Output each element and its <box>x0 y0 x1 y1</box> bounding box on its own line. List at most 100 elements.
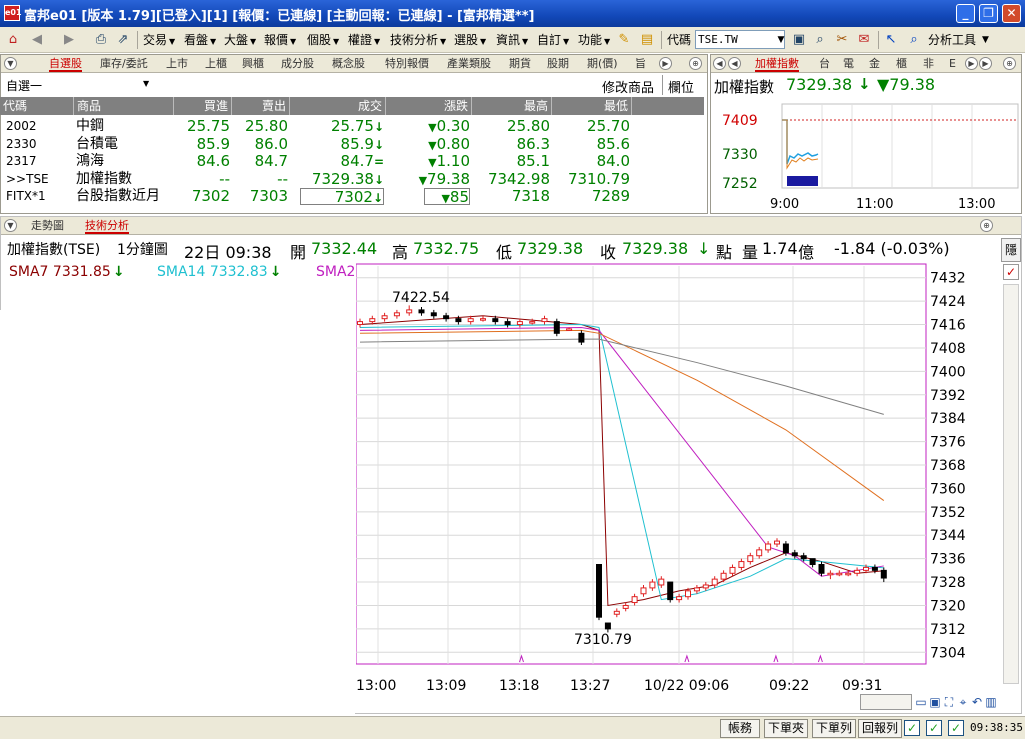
search-icon[interactable]: ⌕ <box>811 31 829 49</box>
close-button[interactable]: ✕ <box>1002 4 1021 23</box>
report-list-button[interactable]: 回報列 <box>858 719 902 738</box>
sma-label: SMA7 <box>9 264 49 280</box>
mini-scroll-right-icon[interactable]: ▶ <box>965 57 978 70</box>
menu-8[interactable]: 資訊 ▼ <box>496 31 528 49</box>
modify-button[interactable]: 修改商品 <box>602 77 654 96</box>
chart-tab-0[interactable]: 走勢圖 <box>31 218 64 234</box>
horizontal-scrollbar[interactable] <box>860 694 912 710</box>
menu-7[interactable]: 選股 ▼ <box>454 31 486 49</box>
mini-scroll-left-icon[interactable]: ◀ <box>713 57 726 70</box>
watchlist-row[interactable]: 2317 鴻海 84.6 84.7 84.7= ▼1.10 85.1 84.0 <box>0 153 704 170</box>
popout-icon[interactable]: ⇗ <box>114 31 132 49</box>
bar-type-icon[interactable]: ▥ <box>984 694 998 710</box>
y-tick-label: 7328 <box>930 575 966 591</box>
menu-3[interactable]: 報價 ▼ <box>264 31 296 49</box>
mini-scroll-right2-icon[interactable]: ▶ <box>979 57 992 70</box>
menu-5[interactable]: 權證 ▼ <box>348 31 380 49</box>
crosshair-icon[interactable]: ⌖ <box>956 694 970 710</box>
column-header[interactable]: 商品 <box>74 97 174 115</box>
menu-10[interactable]: 功能 ▼ <box>578 31 610 49</box>
mini-tab-0[interactable]: 加權指數 <box>755 56 799 72</box>
menu-9[interactable]: 自訂 ▼ <box>537 31 569 49</box>
column-header[interactable]: 買進 <box>174 97 232 115</box>
watchlist-tab-6[interactable]: 概念股 <box>332 56 365 72</box>
chart-tab-menu-icon[interactable]: ▼ <box>4 219 17 232</box>
group-selector[interactable]: 自選一 <box>6 77 42 94</box>
vertical-scrollbar[interactable] <box>1003 284 1019 684</box>
status-check-2[interactable]: ✓ <box>926 720 942 736</box>
watchlist-tab-4[interactable]: 興櫃 <box>242 56 264 72</box>
mini-tab-3[interactable]: 金 <box>869 56 880 72</box>
side-panel-tab[interactable]: 隱 <box>1001 238 1021 262</box>
column-header[interactable]: 代碼 <box>0 97 74 115</box>
chart-zoom-icon[interactable]: ⊕ <box>980 219 993 232</box>
watchlist-tab-3[interactable]: 上櫃 <box>205 56 227 72</box>
menu-label: 個股 <box>307 33 332 47</box>
account-button[interactable]: 帳務 <box>720 719 760 738</box>
alert-icon[interactable]: ✉ <box>855 31 873 49</box>
status-check-1[interactable]: ✓ <box>904 720 920 736</box>
order-list-button[interactable]: 下單列 <box>812 719 856 738</box>
quote-icon[interactable]: ▣ <box>790 31 808 49</box>
restore-button[interactable]: ❐ <box>979 4 998 23</box>
analysis-dropdown-icon[interactable]: ▼ <box>982 31 989 49</box>
menu-4[interactable]: 個股 ▼ <box>307 31 339 49</box>
watchlist-tab-11[interactable]: 期(價) <box>587 56 618 72</box>
column-header[interactable]: 最高 <box>472 97 552 115</box>
watchlist-row[interactable]: FITX*1 台股指數近月 7302 7303 7302↓ ▼85 7318 7289 <box>0 188 704 206</box>
menu-2[interactable]: 大盤 ▼ <box>224 31 256 49</box>
watchlist-tab-2[interactable]: 上市 <box>166 56 188 72</box>
minimize-button[interactable]: _ <box>956 4 975 23</box>
group-dropdown-icon[interactable]: ▼ <box>143 79 149 88</box>
header-period: 1分鐘圖 <box>117 242 168 258</box>
tab-scroll-left-icon[interactable]: ▼ <box>4 57 17 70</box>
mini-tab-4[interactable]: 櫃 <box>896 56 907 72</box>
watchlist-tab-12[interactable]: 旨 <box>635 56 646 72</box>
fit-icon[interactable]: ⛶ <box>942 694 956 710</box>
watchlist-tab-5[interactable]: 成分股 <box>281 56 314 72</box>
watchlist-row[interactable]: 2002 中鋼 25.75 25.80 25.75↓ ▼0.30 25.80 25.70 <box>0 118 704 135</box>
field-button[interactable]: 欄位 <box>668 77 694 96</box>
column-header[interactable]: 賣出 <box>232 97 290 115</box>
mini-tab-6[interactable]: E <box>949 56 956 72</box>
pointer-icon[interactable]: ↖ <box>882 31 900 49</box>
pen-icon[interactable]: ✎ <box>615 31 633 49</box>
watchlist-tab-10[interactable]: 股期 <box>547 56 569 72</box>
undo-icon[interactable]: ↶ <box>970 694 984 710</box>
mini-tab-1[interactable]: 台 <box>819 56 830 72</box>
back-icon[interactable]: ◀ <box>28 31 46 49</box>
notepad-icon[interactable]: ▤ <box>638 31 656 49</box>
watchlist-tab-7[interactable]: 特別報價 <box>385 56 429 72</box>
menu-6[interactable]: 技術分析 ▼ <box>390 31 446 49</box>
side-check-icon[interactable]: ✓ <box>1003 264 1019 280</box>
print-icon[interactable]: ⎙ <box>92 31 110 49</box>
menu-1[interactable]: 看盤 ▼ <box>184 31 216 49</box>
zoom-box-icon[interactable]: ▣ <box>928 694 942 710</box>
mini-scroll-left2-icon[interactable]: ◀ <box>728 57 741 70</box>
analysis-icon[interactable]: ⌕ <box>905 31 923 49</box>
watchlist-tab-1[interactable]: 庫存/委託 <box>100 56 148 72</box>
mini-add-icon[interactable]: ⊕ <box>1003 57 1016 70</box>
menu-0[interactable]: 交易 ▼ <box>143 31 175 49</box>
zoom-out-icon[interactable]: ▭ <box>914 694 928 710</box>
analysis-tools-menu[interactable]: 分析工具 <box>928 31 976 49</box>
watchlist-row[interactable]: >>TSE 加權指數 -- -- 7329.38↓ ▼79.38 7342.98 7310.7… <box>0 170 704 188</box>
code-dropdown-icon[interactable]: ▼ <box>772 31 790 49</box>
status-check-3[interactable]: ✓ <box>948 720 964 736</box>
watchlist-tab-0[interactable]: 自選股 <box>49 56 82 72</box>
home-icon[interactable]: ⌂ <box>4 31 22 49</box>
column-header[interactable]: 成交 <box>290 97 386 115</box>
order-folder-button[interactable]: 下單夾 <box>764 719 808 738</box>
column-header[interactable]: 最低 <box>552 97 632 115</box>
watchlist-row[interactable]: 2330 台積電 85.9 86.0 85.9↓ ▼0.80 86.3 85.6 <box>0 135 704 153</box>
forward-icon[interactable]: ▶ <box>60 31 78 49</box>
column-header[interactable]: 漲跌 <box>386 97 472 115</box>
mini-tab-2[interactable]: 電 <box>843 56 854 72</box>
mini-tab-5[interactable]: 非 <box>923 56 934 72</box>
tools-icon[interactable]: ✂ <box>833 31 851 49</box>
tab-scroll-right-icon[interactable]: ▶ <box>659 57 672 70</box>
watchlist-tab-8[interactable]: 產業類股 <box>447 56 491 72</box>
watchlist-tab-9[interactable]: 期貨 <box>509 56 531 72</box>
add-tab-icon[interactable]: ⊕ <box>689 57 702 70</box>
chart-tab-1[interactable]: 技術分析 <box>85 218 129 234</box>
